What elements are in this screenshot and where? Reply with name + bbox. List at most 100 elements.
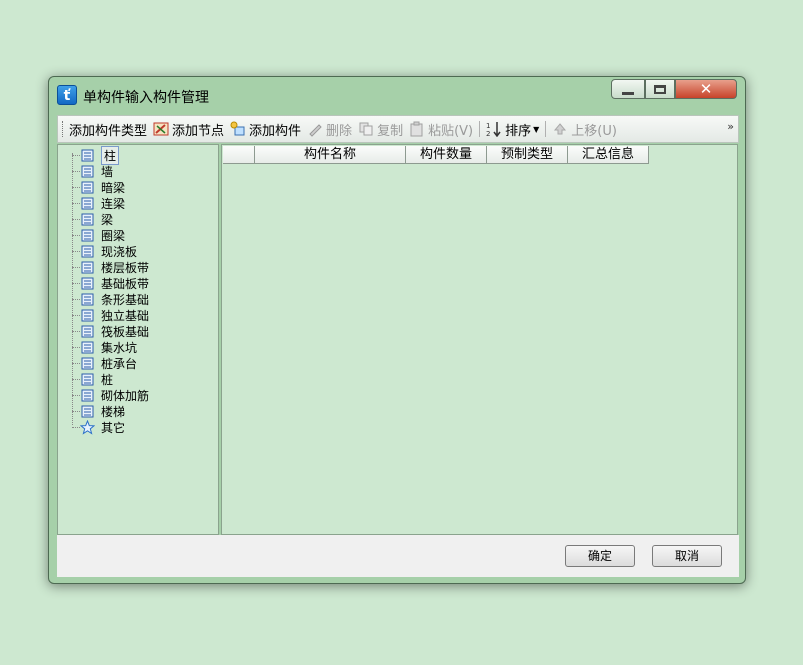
tree-connector-branch — [72, 347, 80, 348]
tree-item[interactable]: 圈梁 — [80, 227, 125, 243]
tree-connector-branch — [72, 315, 80, 316]
tree-item[interactable]: 独立基础 — [80, 307, 149, 323]
close-icon: ✕ — [699, 80, 713, 98]
tree-item-label: 楼梯 — [101, 404, 126, 419]
tree-connector-branch — [72, 155, 80, 156]
tree-item[interactable]: 基础板带 — [80, 275, 149, 291]
tree-item[interactable]: 现浇板 — [80, 243, 137, 259]
tree-connector-branch — [72, 251, 80, 252]
delete-label: 删除 — [326, 123, 353, 139]
tree-connector-branch — [72, 267, 80, 268]
paste-button[interactable]: 粘贴(V) — [409, 120, 473, 139]
tree-item[interactable]: 其它 — [80, 419, 125, 435]
cast-slab-icon — [81, 245, 94, 257]
tree-connector-branch — [72, 427, 80, 428]
paste-label: 粘贴(V) — [428, 123, 474, 139]
cancel-button[interactable]: 取消 — [652, 545, 722, 567]
component-grid[interactable]: 构件名称 构件数量 预制类型 汇总信息 — [221, 144, 738, 535]
copy-label: 复制 — [377, 123, 404, 139]
tree-item[interactable]: 暗梁 — [80, 179, 125, 195]
delete-button[interactable]: 删除 — [307, 120, 352, 139]
tree-item-label: 墙 — [101, 164, 114, 179]
grid-row-header — [223, 146, 255, 164]
tree-item[interactable]: 楼层板带 — [80, 259, 149, 275]
add-component-button[interactable]: 添加构件 — [230, 120, 301, 139]
wall-icon — [81, 165, 94, 177]
add-component-icon — [230, 121, 245, 136]
tree-item[interactable]: 柱 — [80, 145, 120, 165]
tree-item[interactable]: 墙 — [80, 163, 113, 179]
tree-connector-branch — [72, 171, 80, 172]
copy-icon — [359, 122, 373, 136]
tree-item[interactable]: 梁 — [80, 211, 113, 227]
tree-connector-branch — [72, 203, 80, 204]
pile-cap-icon — [81, 357, 94, 369]
ring-beam-icon — [81, 229, 94, 241]
toolbar-grip[interactable] — [62, 121, 66, 137]
maximize-icon — [654, 84, 666, 94]
add-component-label: 添加构件 — [249, 123, 302, 139]
hidden-beam-icon — [81, 181, 94, 193]
tree-connector-branch — [72, 219, 80, 220]
column-header[interactable]: 汇总信息 — [568, 146, 649, 164]
tree-item-label: 独立基础 — [101, 308, 150, 323]
column-header[interactable]: 构件名称 — [255, 146, 406, 164]
floor-strip-icon — [81, 261, 94, 273]
tree-item-label: 其它 — [101, 420, 126, 435]
move-up-button[interactable]: 上移(U) — [552, 120, 617, 139]
sort-label: 排序 — [505, 123, 532, 139]
svg-text:1: 1 — [486, 122, 490, 130]
raft-foundation-icon — [81, 325, 94, 337]
isolated-foundation-icon — [81, 309, 94, 321]
toolbar-separator-2 — [545, 121, 547, 137]
tree-item[interactable]: 楼梯 — [80, 403, 125, 419]
tree-item[interactable]: 砌体加筋 — [80, 387, 149, 403]
add-type-label: 添加构件类型 — [69, 123, 148, 139]
toolbar-separator — [479, 121, 481, 137]
column-header[interactable]: 预制类型 — [487, 146, 568, 164]
tree-connector-branch — [72, 363, 80, 364]
coupling-beam-icon — [81, 197, 94, 209]
app-icon: ť — [57, 85, 77, 105]
tree-item[interactable]: 桩承台 — [80, 355, 137, 371]
star-icon — [80, 419, 95, 435]
minimize-button[interactable] — [611, 79, 645, 99]
paste-icon — [410, 121, 423, 137]
window-title: 单构件输入构件管理 — [83, 90, 209, 106]
tree-item[interactable]: 筏板基础 — [80, 323, 149, 339]
tree-item-label: 砌体加筋 — [101, 388, 150, 403]
tree-item-label: 条形基础 — [101, 292, 150, 307]
tree-item[interactable]: 连梁 — [80, 195, 125, 211]
grid-header: 构件名称 构件数量 预制类型 汇总信息 — [223, 146, 649, 164]
tree-item-label: 楼层板带 — [101, 260, 150, 275]
add-node-icon — [153, 122, 169, 136]
component-tree[interactable]: 柱墙暗梁 连梁梁圈梁 现浇板 楼层板带 基础板带 条形基础 独立基础 筏板基础 集水坑 桩承台桩砌… — [57, 144, 219, 535]
arrow-up-icon — [554, 123, 567, 135]
beam-icon — [81, 213, 94, 225]
sort-button[interactable]: 1 2 排序 ▼ — [486, 120, 539, 139]
tree-item[interactable]: 条形基础 — [80, 291, 149, 307]
delete-icon — [309, 124, 322, 137]
maximize-button[interactable] — [645, 79, 675, 99]
move-up-label: 上移(U) — [571, 123, 617, 139]
minimize-icon — [622, 91, 634, 95]
add-type-button[interactable]: 添加构件类型 — [69, 120, 147, 139]
foundation-strip-icon — [81, 277, 94, 289]
column-header[interactable]: 构件数量 — [406, 146, 487, 164]
tree-connector-branch — [72, 187, 80, 188]
copy-button[interactable]: 复制 — [358, 120, 403, 139]
dialog-footer: 确定 取消 — [57, 535, 739, 577]
column-icon — [81, 149, 94, 161]
toolbar-overflow-button[interactable]: » — [727, 120, 734, 133]
title-bar[interactable]: ť 单构件输入构件管理 ✕ — [49, 77, 745, 113]
tree-item-label: 桩 — [101, 372, 114, 387]
tree-item[interactable]: 桩 — [80, 371, 113, 387]
tree-item[interactable]: 集水坑 — [80, 339, 137, 355]
tree-item-label: 圈梁 — [101, 228, 126, 243]
chevron-down-icon: ▼ — [533, 124, 540, 134]
close-button[interactable]: ✕ — [675, 79, 737, 99]
add-node-label: 添加节点 — [172, 123, 225, 139]
add-node-button[interactable]: 添加节点 — [153, 120, 224, 139]
ok-button[interactable]: 确定 — [565, 545, 635, 567]
tree-connector-branch — [72, 411, 80, 412]
